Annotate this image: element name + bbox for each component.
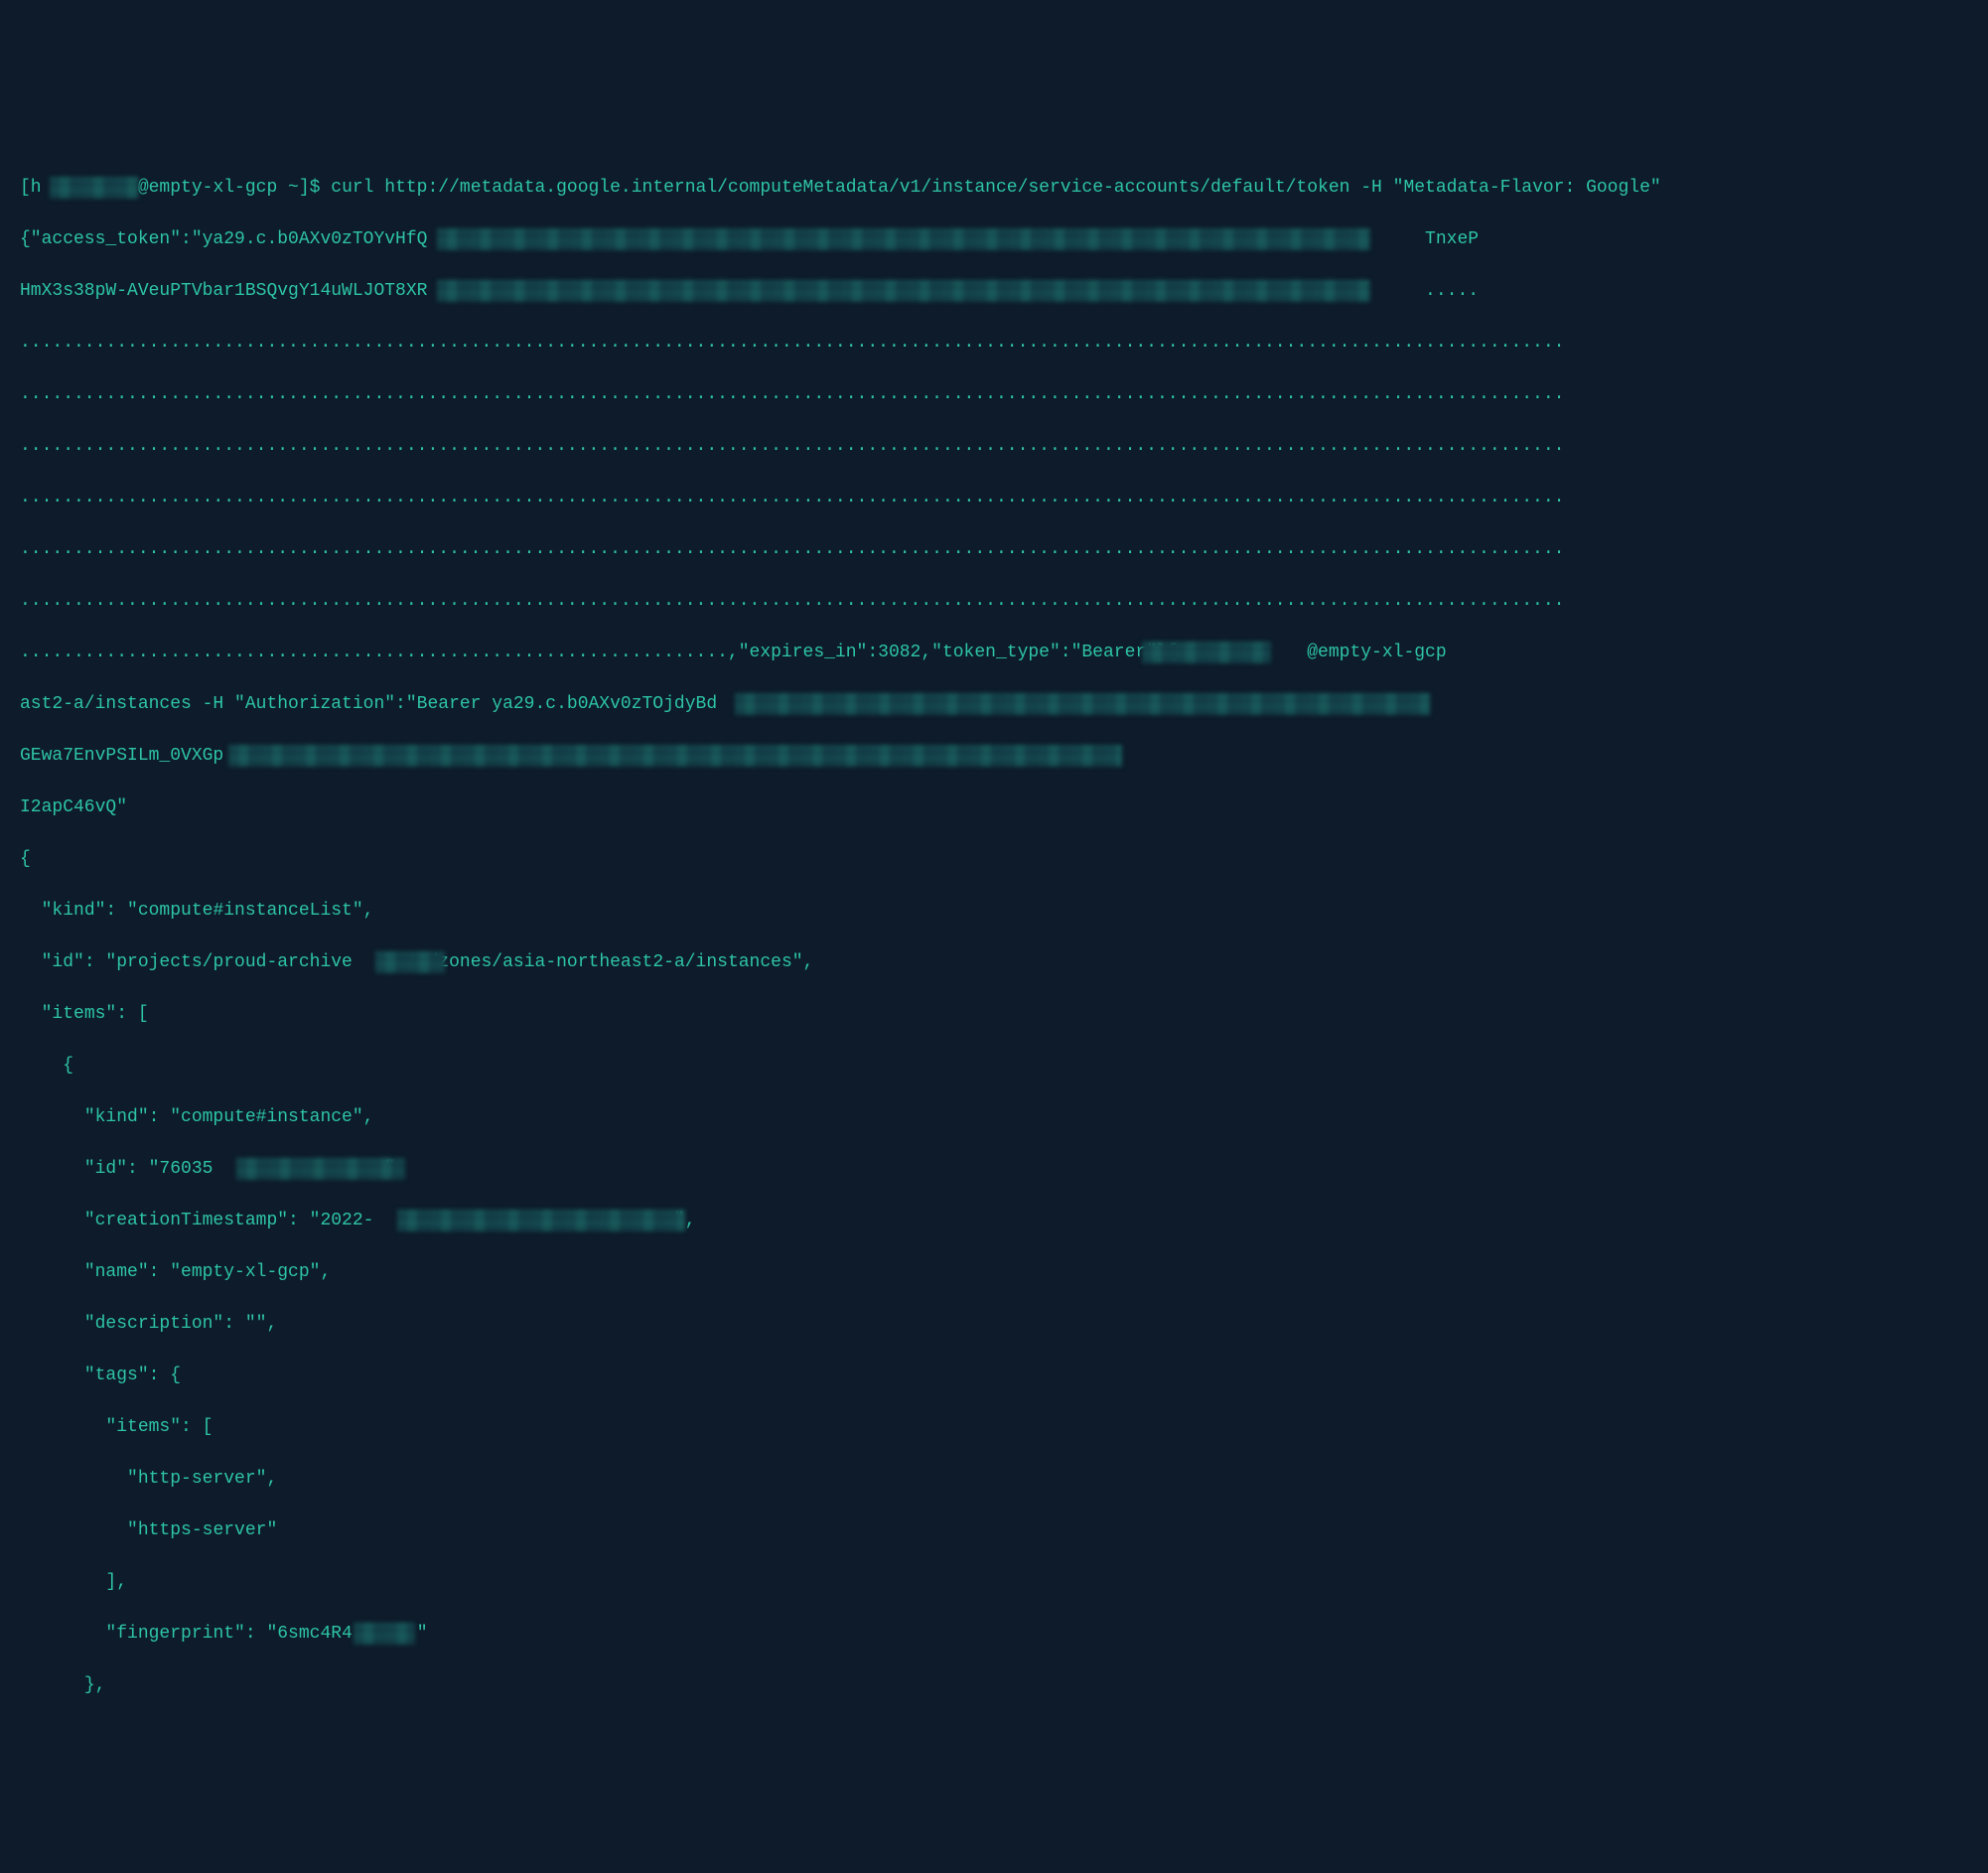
redacted-bearer-1 xyxy=(735,693,1430,715)
second-command-line-3: I2apC46vQ" xyxy=(20,794,1968,820)
json-line: "http-server", xyxy=(20,1466,1968,1492)
json-line: }, xyxy=(20,1672,1968,1698)
token-dots-line: ........................................… xyxy=(20,330,1968,356)
prompt-host: @empty-xl-gcp ~]$ xyxy=(138,178,331,198)
redacted-instance-id xyxy=(236,1158,405,1180)
token-json-line-2: HmX3s38pW-AVeuPTVbar1BSQvgY14uWLJOT8XRxx… xyxy=(20,278,1968,304)
redacted-timestamp xyxy=(397,1210,685,1231)
second-command-line-1: ast2-a/instances -H "Authorization":"Bea… xyxy=(20,691,1968,717)
json-line: "items": [ xyxy=(20,1001,1968,1027)
cmd2-head2: GEwa7EnvPSILm_0VXGp xyxy=(20,746,223,766)
token-tail-1: TnxeP xyxy=(1425,229,1479,249)
dots-partial: ........................................… xyxy=(20,643,728,662)
token-head-2: HmX3s38pW-AVeuPTVbar1BSQvgY14uWLJOT8XR xyxy=(20,281,427,301)
token-meta-line: ........................................… xyxy=(20,640,1968,665)
token-dots-line: ........................................… xyxy=(20,485,1968,510)
token-json-line-1: {"access_token":"ya29.c.b0AXv0zTOYvHfQxx… xyxy=(20,226,1968,252)
second-command-line-2: GEwa7EnvPSILm_0VXGp xyxy=(20,743,1968,769)
json-line: "description": "", xyxy=(20,1311,1968,1337)
json-line: "tags": { xyxy=(20,1363,1968,1388)
prompt-user-bracket: [h xyxy=(20,178,42,198)
json-line-creation-ts: "creationTimestamp": "2022-xxxxxxxxxxxxx… xyxy=(20,1208,1968,1233)
terminal-output[interactable]: [hxxxxxxxxx@empty-xl-gcp ~]$ curl http:/… xyxy=(0,129,1988,1744)
redacted-fingerprint xyxy=(354,1623,415,1645)
json-line-fingerprint: "fingerprint": "6smc4R4xxxxxx" xyxy=(20,1621,1968,1647)
cmd2-end: I2apC46vQ" xyxy=(20,797,127,817)
token-dots-line: ........................................… xyxy=(20,536,1968,562)
token-dots-line: ........................................… xyxy=(20,381,1968,407)
token-dots-line: ........................................… xyxy=(20,433,1968,459)
access-token-prefix: {"access_token":"ya29.c.b0AXv0zTOYvHfQ xyxy=(20,229,427,249)
json-line: "name": "empty-xl-gcp", xyxy=(20,1259,1968,1285)
redacted-token-part-1 xyxy=(437,228,1370,250)
json-line: { xyxy=(20,846,1968,872)
json-line: "items": [ xyxy=(20,1414,1968,1440)
json-line: "https-server" xyxy=(20,1517,1968,1543)
dots-tail: ..... xyxy=(1425,281,1479,301)
json-line-id: "id": "projects/proud-archivexxxxxxx/zon… xyxy=(20,949,1968,975)
redacted-token-part-2 xyxy=(437,280,1370,302)
redacted-bearer-2 xyxy=(228,745,1122,767)
redacted-username-1 xyxy=(50,177,139,199)
json-line: "kind": "compute#instance", xyxy=(20,1104,1968,1130)
token-meta: ,"expires_in":3082,"token_type":"Bearer"… xyxy=(728,643,1179,662)
json-line: { xyxy=(20,1053,1968,1079)
curl-command-1: curl http://metadata.google.internal/com… xyxy=(331,178,1660,198)
token-dots-line: ........................................… xyxy=(20,588,1968,614)
shell-prompt-1: [hxxxxxxxxx@empty-xl-gcp ~]$ curl http:/… xyxy=(20,175,1968,201)
cmd2-tail: ast2-a/instances -H "Authorization":"Bea… xyxy=(20,694,717,714)
second-host: @empty-xl-gcp xyxy=(1307,643,1446,662)
json-line-instance-id: "id": "76035xxxxxxxxxxxxxxxx", xyxy=(20,1156,1968,1182)
json-line: "kind": "compute#instanceList", xyxy=(20,898,1968,924)
json-line: ], xyxy=(20,1569,1968,1595)
